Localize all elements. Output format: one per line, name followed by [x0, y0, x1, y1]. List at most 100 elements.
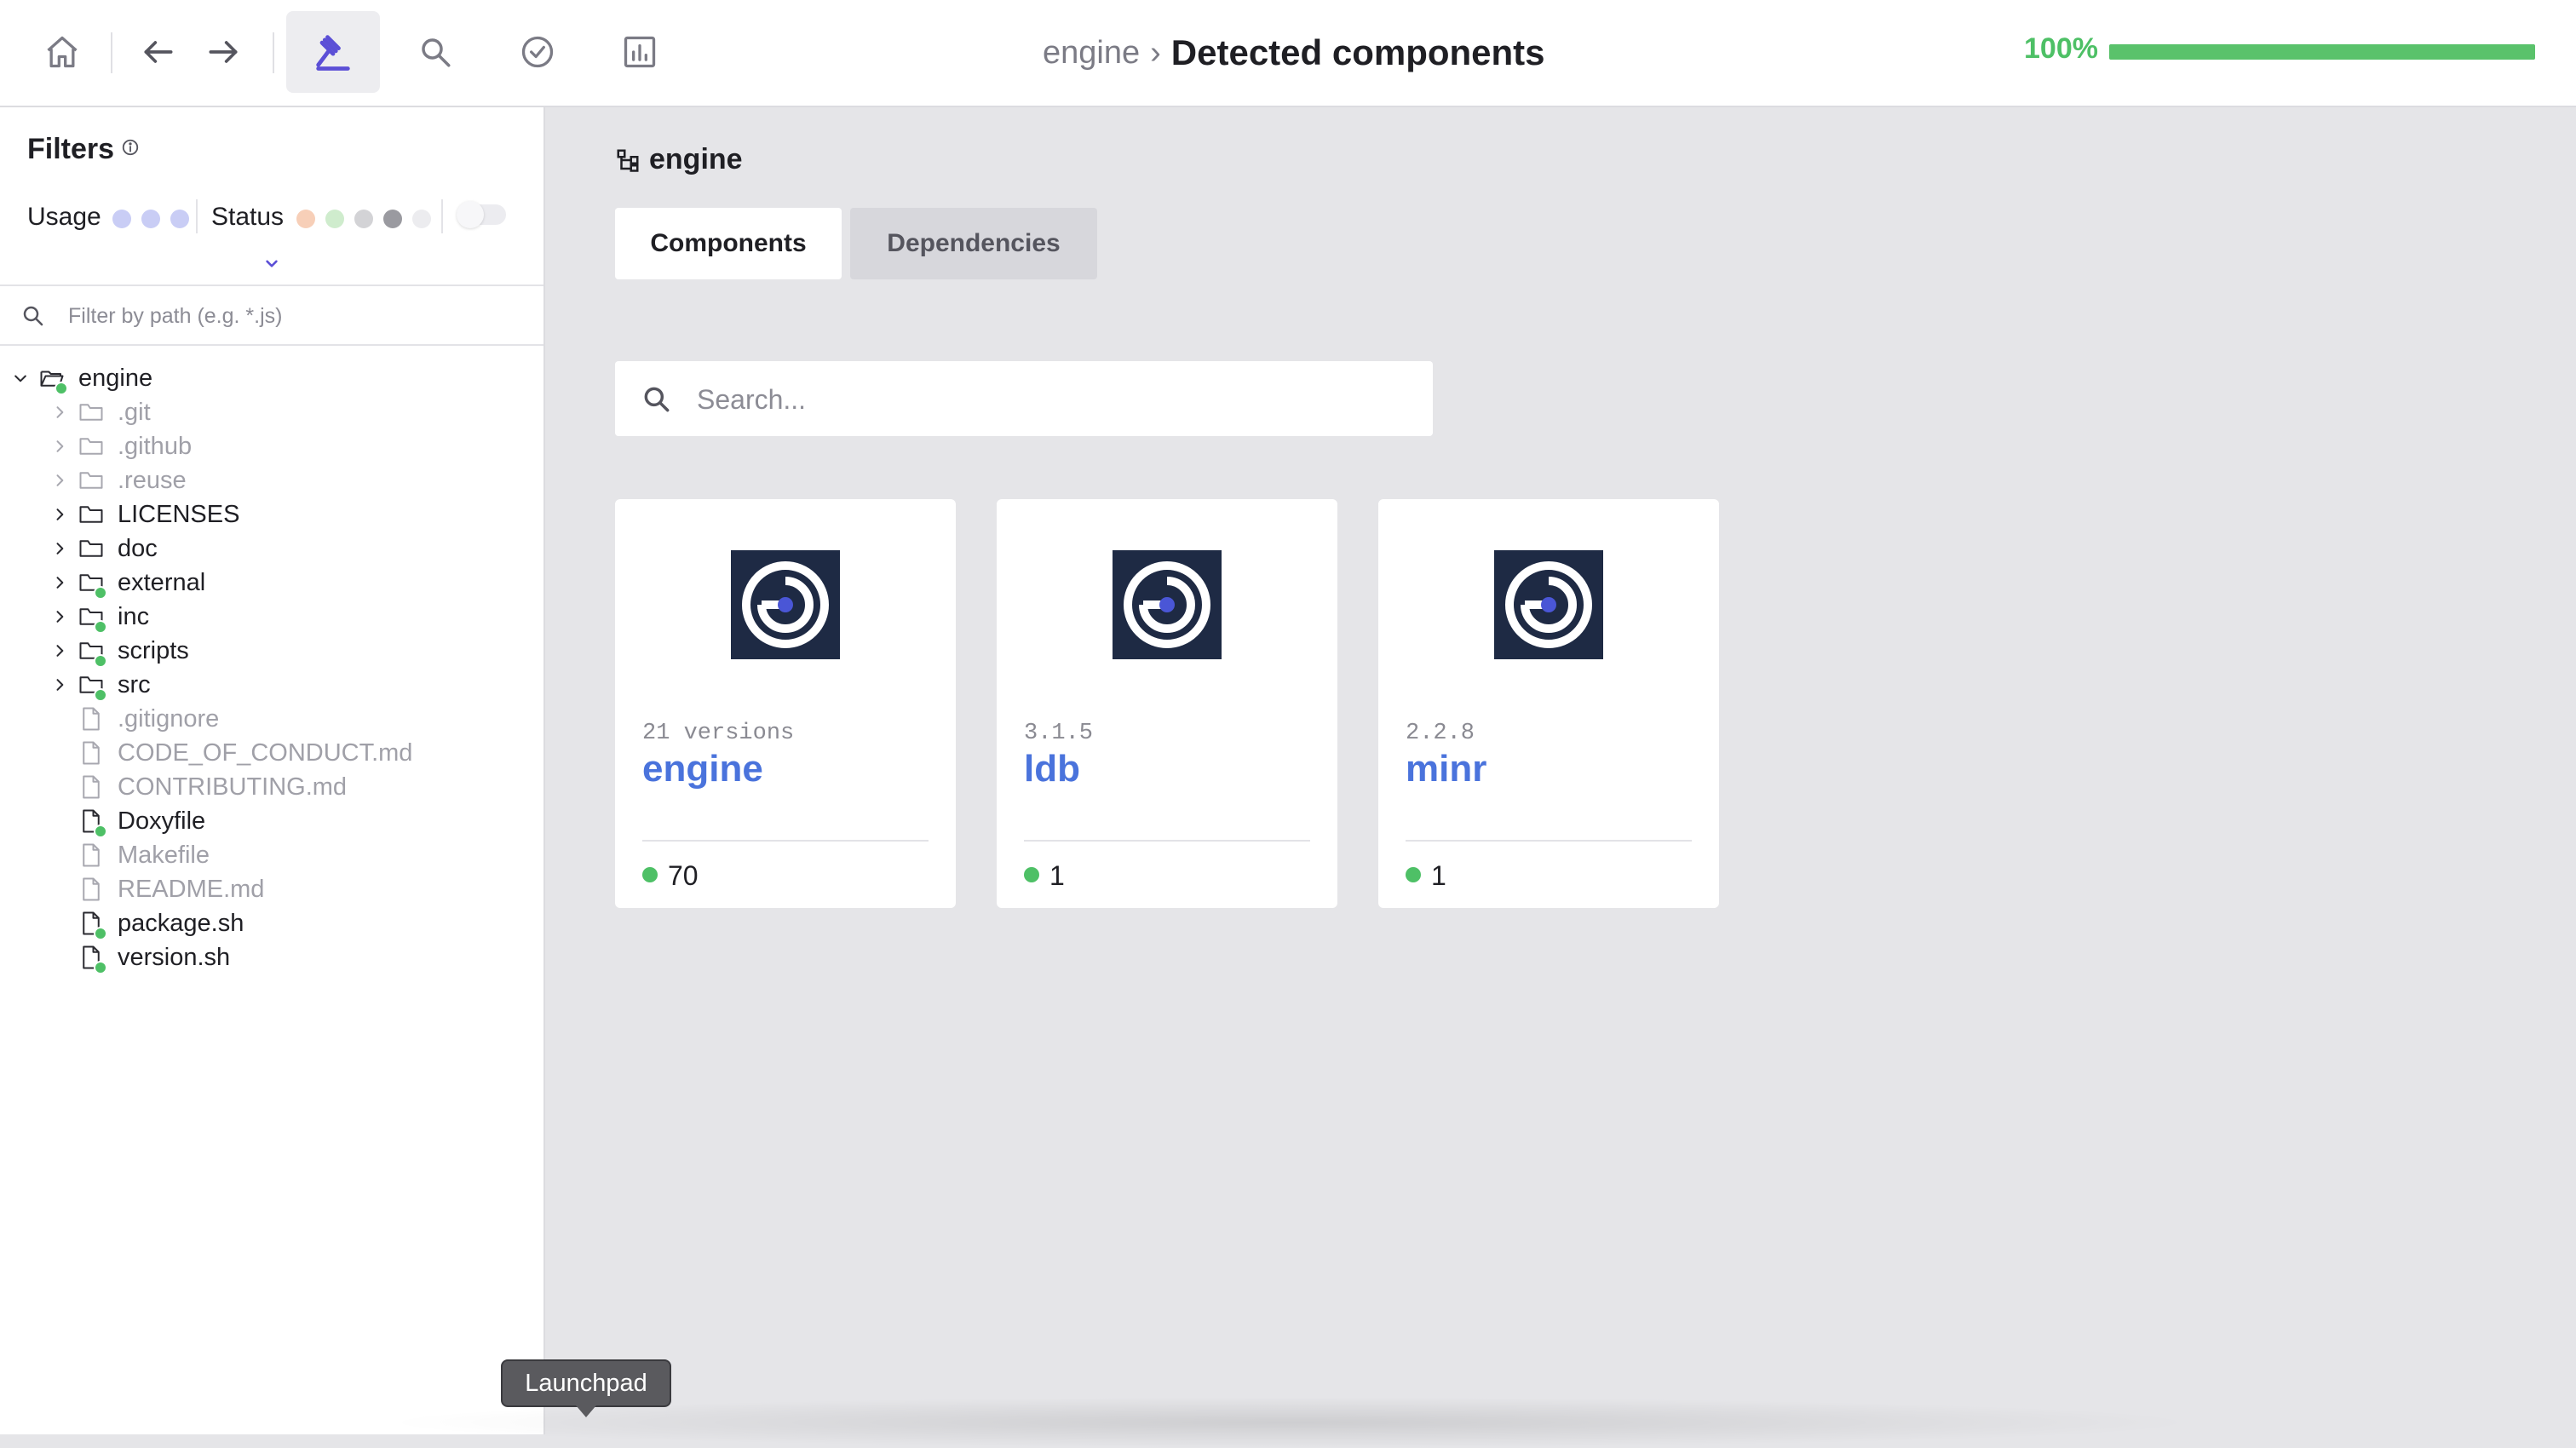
component-name[interactable]: engine — [642, 748, 763, 790]
tree-file-item[interactable]: Doxyfile — [0, 804, 543, 838]
tree-structure-icon — [615, 147, 641, 173]
chevron-right-icon[interactable] — [51, 574, 68, 591]
component-logo-icon — [1494, 550, 1603, 659]
chevron-right-icon[interactable] — [51, 676, 68, 693]
component-card[interactable]: 2.2.8 minr 1 — [1378, 499, 1719, 908]
review-button[interactable] — [491, 11, 584, 93]
tab-dependencies[interactable]: Dependencies — [850, 208, 1097, 279]
usage-filter-dot[interactable] — [141, 210, 160, 228]
tree-folder-item[interactable]: .git — [0, 395, 543, 429]
tree-folder-item[interactable]: doc — [0, 532, 543, 566]
toolbar-divider — [273, 32, 274, 73]
card-divider — [1024, 840, 1310, 842]
search-input[interactable] — [695, 378, 1397, 421]
status-dot — [94, 688, 107, 702]
arrow-right-icon — [204, 33, 242, 71]
chevron-right-icon: › — [1150, 34, 1161, 71]
home-icon — [43, 33, 81, 71]
tree-folder-item[interactable]: inc — [0, 600, 543, 634]
usage-filter-dot[interactable] — [112, 210, 131, 228]
tree-file-item[interactable]: package.sh — [0, 906, 543, 940]
status-filter-dot[interactable] — [296, 210, 315, 228]
tooltip-arrow — [576, 1405, 596, 1417]
status-filter-dot[interactable] — [325, 210, 344, 228]
component-logo-icon — [1113, 550, 1222, 659]
tree-item-label: CONTRIBUTING.md — [118, 773, 348, 801]
search-icon — [417, 34, 453, 70]
tree-file-item[interactable]: .gitignore — [0, 702, 543, 736]
component-name[interactable]: ldb — [1024, 748, 1080, 790]
component-file-count: 1 — [1049, 860, 1065, 891]
component-file-count: 1 — [1431, 860, 1446, 891]
chevron-right-icon[interactable] — [51, 608, 68, 625]
chevron-right-icon[interactable] — [51, 506, 68, 523]
tree-folder-item[interactable]: src — [0, 668, 543, 702]
info-icon[interactable] — [121, 138, 140, 157]
sidebar: Filters Usage Status engine .git .github .r… — [0, 107, 545, 1434]
file-icon — [78, 740, 104, 766]
forward-button[interactable] — [181, 11, 266, 93]
status-dot — [94, 927, 107, 940]
status-dot — [94, 654, 107, 668]
check-circle-icon — [519, 33, 556, 71]
report-button[interactable] — [593, 11, 687, 93]
tree-folder-item[interactable]: .reuse — [0, 463, 543, 497]
top-toolbar: engine › Detected components 100% — [0, 0, 2576, 107]
chart-icon — [621, 33, 658, 71]
usage-filter-dot[interactable] — [170, 210, 189, 228]
card-divider — [1406, 840, 1692, 842]
chevron-right-icon[interactable] — [51, 472, 68, 489]
identify-button[interactable] — [286, 11, 380, 93]
folder-icon — [78, 399, 104, 425]
tree-file-item[interactable]: Makefile — [0, 838, 543, 872]
chevron-right-icon[interactable] — [51, 540, 68, 557]
status-dot — [642, 867, 658, 882]
arrow-left-icon — [140, 33, 177, 71]
gavel-icon — [311, 30, 355, 74]
file-icon — [78, 774, 104, 800]
tree-folder-item[interactable]: external — [0, 566, 543, 600]
status-filter-dot[interactable] — [412, 210, 431, 228]
tree-file-item[interactable]: CONTRIBUTING.md — [0, 770, 543, 804]
component-card[interactable]: 21 versions engine 70 — [615, 499, 956, 908]
tree-item-label: package.sh — [118, 910, 244, 937]
tree-item-label: external — [118, 569, 206, 596]
component-version: 3.1.5 — [1024, 721, 1094, 746]
tree-file-item[interactable]: version.sh — [0, 940, 543, 974]
search-icon — [641, 383, 673, 416]
tree-item-label: version.sh — [118, 944, 231, 971]
tree-item-label: CODE_OF_CONDUCT.md — [118, 739, 413, 767]
tree-folder-item[interactable]: .github — [0, 429, 543, 463]
tab-components[interactable]: Components — [615, 208, 842, 279]
status-dot — [94, 620, 107, 634]
breadcrumb-root[interactable]: engine — [1043, 35, 1140, 72]
tree-file-item[interactable]: CODE_OF_CONDUCT.md — [0, 736, 543, 770]
tree-folder-item[interactable]: engine — [0, 361, 543, 395]
chevron-right-icon[interactable] — [51, 642, 68, 659]
component-search — [615, 361, 1433, 436]
home-button[interactable] — [15, 11, 109, 93]
status-filter-dot[interactable] — [354, 210, 373, 228]
component-file-count: 70 — [668, 860, 699, 891]
tree-item-label: LICENSES — [118, 501, 240, 528]
path-filter-input[interactable] — [66, 296, 513, 336]
filter-toggle-knob[interactable] — [457, 201, 484, 228]
component-card[interactable]: 3.1.5 ldb 1 — [997, 499, 1337, 908]
status-dot — [1406, 867, 1421, 882]
project-name: engine — [649, 143, 743, 175]
status-filter-dot[interactable] — [383, 210, 402, 228]
component-name[interactable]: minr — [1406, 748, 1486, 790]
chevron-down-icon[interactable] — [12, 370, 29, 387]
tree-folder-item[interactable]: LICENSES — [0, 497, 543, 532]
chevron-right-icon[interactable] — [51, 404, 68, 421]
file-icon — [78, 876, 104, 902]
component-version: 21 versions — [642, 721, 795, 746]
breadcrumb: engine › Detected components — [1043, 26, 1545, 80]
chevron-down-icon[interactable] — [261, 252, 283, 274]
tree-file-item[interactable]: README.md — [0, 872, 543, 906]
folder-icon — [78, 536, 104, 561]
search-button[interactable] — [388, 11, 482, 93]
tree-folder-item[interactable]: scripts — [0, 634, 543, 668]
toolbar-divider — [111, 32, 112, 73]
chevron-right-icon[interactable] — [51, 438, 68, 455]
